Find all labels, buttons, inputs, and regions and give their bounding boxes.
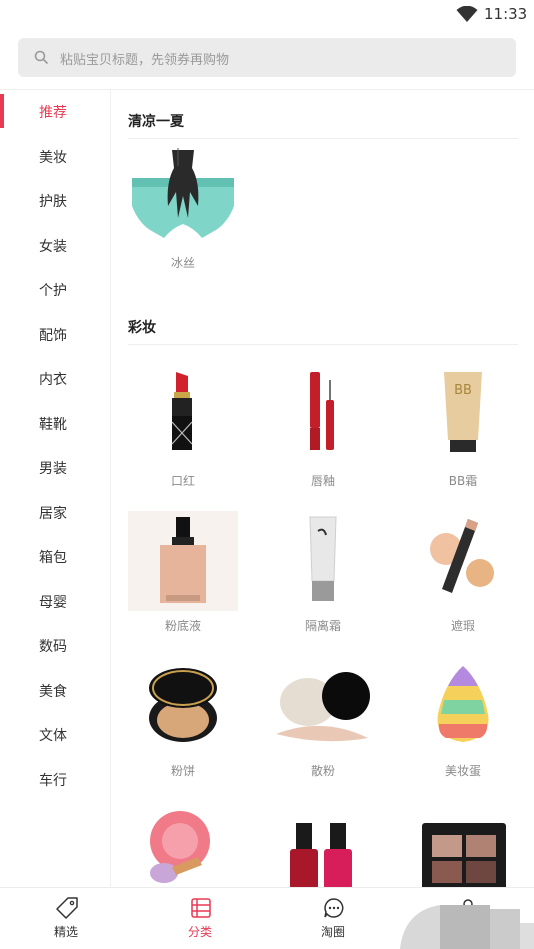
- category-name: 隔离霜: [304, 619, 341, 633]
- section-divider: [128, 344, 518, 345]
- bb-cream-image: BB: [444, 372, 482, 452]
- category-name: BB霜: [448, 474, 478, 488]
- category-cell[interactable]: 口红: [128, 366, 238, 496]
- section-title: 彩妆: [128, 320, 156, 336]
- pixelated-overlay: [400, 905, 534, 949]
- category-cell[interactable]: 美妆蛋: [408, 656, 518, 786]
- sidebar-item-label: 居家: [39, 506, 67, 522]
- lip-glaze-image: [310, 372, 334, 450]
- tag-icon: [56, 897, 78, 919]
- tab-circle[interactable]: 淘圈: [278, 888, 388, 949]
- category-name: 遮瑕: [450, 619, 475, 633]
- primer-image: [309, 516, 337, 601]
- category-name: 粉饼: [170, 764, 195, 778]
- search-placeholder: 粘贴宝贝标题，先领券再购物: [60, 53, 230, 68]
- category-cell[interactable]: [128, 801, 238, 887]
- sidebar-item-underwear[interactable]: 内衣: [0, 357, 110, 401]
- sidebar-item-stationery[interactable]: 文体: [0, 713, 110, 757]
- sidebar-item-label: 鞋靴: [39, 417, 67, 433]
- status-bar: 11:33: [0, 0, 534, 30]
- category-name: 冰丝: [170, 256, 195, 270]
- eyeshadow-palette-image: [422, 823, 506, 887]
- sidebar-item-label: 美食: [39, 684, 67, 700]
- foundation-image: [128, 511, 238, 611]
- ice-silk-briefs-image: [132, 148, 234, 238]
- sidebar-item-label: 男装: [39, 461, 67, 477]
- category-name: 粉底液: [164, 619, 201, 633]
- section-divider: [128, 138, 518, 139]
- sidebar-item-baby[interactable]: 母婴: [0, 580, 110, 624]
- active-indicator: [0, 94, 4, 128]
- category-icon: [191, 898, 211, 918]
- search-input[interactable]: 粘贴宝贝标题，先领券再购物: [18, 38, 516, 77]
- sidebar-item-digital[interactable]: 数码: [0, 624, 110, 668]
- category-cell[interactable]: [268, 801, 378, 887]
- category-name: 口红: [170, 474, 195, 488]
- sidebar-item-makeup[interactable]: 美妆: [0, 135, 110, 179]
- sidebar-item-personal-care[interactable]: 个护: [0, 268, 110, 312]
- sidebar-item-accessories[interactable]: 配饰: [0, 313, 110, 357]
- search-icon: [34, 50, 48, 64]
- lipstick-image: [171, 372, 193, 450]
- tab-label: 淘圈: [320, 925, 345, 939]
- sidebar-item-label: 个护: [39, 283, 67, 299]
- sidebar-item-label: 推荐: [39, 105, 67, 121]
- category-cell[interactable]: BB BB霜: [408, 366, 518, 496]
- nail-polish-image: [290, 823, 352, 887]
- sidebar-item-home[interactable]: 居家: [0, 491, 110, 535]
- sidebar-item-label: 箱包: [39, 550, 67, 566]
- sidebar-item-label: 文体: [39, 728, 67, 744]
- section-title: 清凉一夏: [128, 114, 184, 130]
- category-cell[interactable]: 粉饼: [128, 656, 238, 786]
- tab-label: 精选: [53, 925, 78, 939]
- sidebar-item-label: 护肤: [39, 194, 67, 210]
- makeup-sponge-image: [437, 666, 489, 742]
- blush-image: [150, 811, 210, 883]
- tab-featured[interactable]: 精选: [11, 888, 121, 949]
- sidebar-item-womenswear[interactable]: 女装: [0, 224, 110, 268]
- category-cell[interactable]: 隔离霜: [268, 511, 378, 641]
- concealer-image: [430, 519, 494, 593]
- sidebar-item-auto[interactable]: 车行: [0, 758, 110, 802]
- compact-powder-image: [149, 668, 217, 742]
- category-content: 清凉一夏 冰丝 彩妆 口红 唇釉 BB BB霜 粉底液 隔离霜 遮瑕 粉饼 散粉…: [112, 90, 534, 887]
- category-cell[interactable]: 粉底液: [128, 511, 238, 641]
- tab-label: 分类: [187, 925, 212, 939]
- category-cell[interactable]: 散粉: [268, 656, 378, 786]
- status-time: 11:33: [484, 5, 528, 23]
- sidebar-item-food[interactable]: 美食: [0, 669, 110, 713]
- sidebar-item-skincare[interactable]: 护肤: [0, 179, 110, 223]
- sidebar-item-label: 女装: [39, 239, 67, 255]
- sidebar-item-label: 内衣: [39, 372, 67, 388]
- chat-icon: [324, 898, 344, 918]
- category-cell[interactable]: 唇釉: [268, 366, 378, 496]
- tab-category[interactable]: 分类: [145, 888, 255, 949]
- sidebar-item-label: 车行: [39, 773, 67, 789]
- sidebar-item-shoes[interactable]: 鞋靴: [0, 402, 110, 446]
- svg-text:BB: BB: [454, 383, 472, 398]
- category-name: 唇釉: [310, 474, 335, 488]
- sidebar-item-label: 美妆: [39, 150, 67, 166]
- category-sidebar: 推荐 美妆 护肤 女装 个护 配饰 内衣 鞋靴 男装 居家 箱包 母婴 数码 美…: [0, 90, 111, 887]
- category-name: 美妆蛋: [444, 764, 481, 778]
- category-cell[interactable]: 冰丝: [128, 148, 238, 278]
- category-name: 散粉: [310, 764, 335, 778]
- sidebar-item-bags[interactable]: 箱包: [0, 535, 110, 579]
- sidebar-item-label: 配饰: [39, 328, 67, 344]
- sidebar-item-label: 母婴: [39, 595, 67, 611]
- sidebar-item-label: 数码: [39, 639, 67, 655]
- wifi-icon: [456, 6, 478, 22]
- category-cell[interactable]: 遮瑕: [408, 511, 518, 641]
- sidebar-item-menswear[interactable]: 男装: [0, 446, 110, 490]
- sidebar-item-recommend[interactable]: 推荐: [0, 90, 110, 134]
- loose-powder-image: [276, 672, 370, 742]
- category-cell[interactable]: [408, 801, 518, 887]
